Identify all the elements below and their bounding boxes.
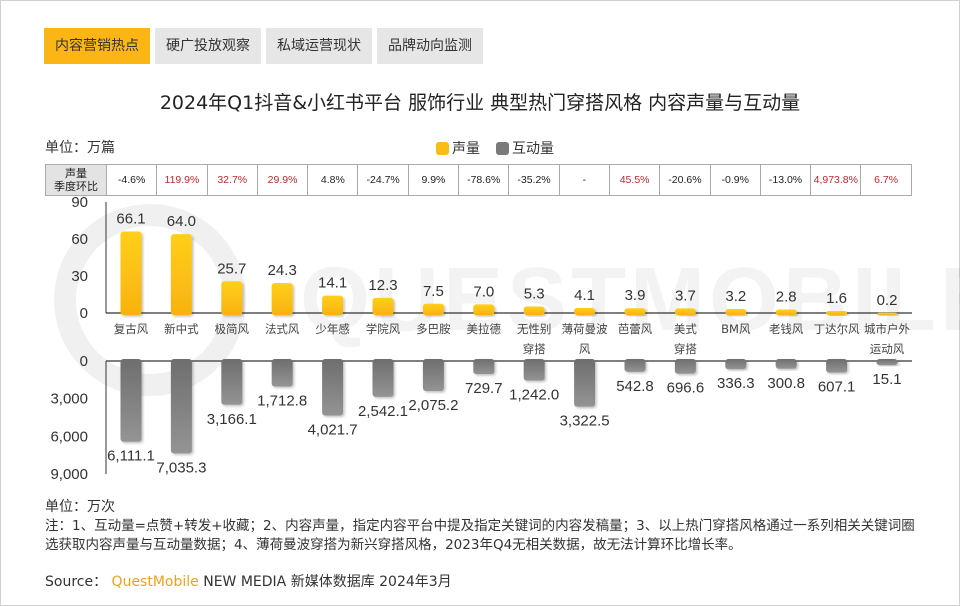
category-label: 美式	[674, 322, 697, 336]
category-label: 法式风	[265, 322, 300, 336]
interaction-data-label: 607.1	[818, 379, 856, 396]
volume-data-label: 3.7	[675, 287, 696, 304]
source-line: Source： QuestMobile NEW MEDIA 新媒体数据库 202…	[45, 571, 452, 591]
interaction-data-label: 7,035.3	[156, 459, 206, 476]
interaction-bar	[322, 359, 344, 416]
volume-data-label: 2.8	[776, 289, 797, 306]
category-label: 少年感	[315, 322, 350, 336]
category-label: 新中式	[164, 322, 199, 336]
interaction-data-label: 2,542.1	[358, 403, 408, 420]
unit-bottom-label: 单位：万次	[45, 499, 115, 515]
interaction-data-label: 6,111.1	[107, 448, 155, 465]
category-label: 多巴胺	[416, 322, 451, 336]
volume-data-label: 7.5	[423, 283, 444, 300]
interaction-bar	[624, 359, 646, 372]
interaction-data-label: 336.3	[717, 375, 755, 392]
interaction-bar	[574, 359, 596, 407]
top-y-tick-label: 60	[71, 231, 88, 248]
interaction-bar	[120, 359, 142, 442]
volume-data-label: 24.3	[268, 262, 297, 279]
interaction-bar	[826, 359, 848, 373]
bottom-y-tick-label: 9,000	[50, 466, 88, 483]
volume-data-label: 5.3	[524, 285, 545, 302]
interaction-bar	[523, 359, 545, 381]
top-y-tick-label: 90	[71, 194, 88, 211]
chart-svg: 0 30 60 90 66.1 复古风 64.0 新中式 25.7 极简风 24.3 法式风 14.1 少…	[50, 194, 912, 483]
category-label: 丁达尔风	[814, 322, 860, 336]
volume-bar	[120, 231, 142, 315]
volume-data-label: 4.1	[574, 287, 595, 304]
category-label: 美拉德	[467, 322, 502, 336]
category-label: 学院风	[366, 322, 401, 336]
volume-data-label: 7.0	[473, 283, 494, 300]
volume-data-label: 12.3	[368, 277, 397, 294]
interaction-data-label: 1,242.0	[509, 387, 559, 404]
category-label: 芭蕾风	[618, 322, 653, 336]
footnote: 注：1、互动量=点赞+转发+收藏；2、内容声量，指定内容平台中提及指定关键词的内…	[45, 518, 915, 553]
interaction-data-label: 4,021.7	[308, 421, 358, 438]
category-label: 运动风	[870, 342, 905, 356]
volume-bar	[473, 304, 495, 315]
volume-bar	[322, 295, 344, 315]
source-brand: QuestMobile	[111, 574, 199, 590]
bottom-y-tick-label: 6,000	[50, 428, 88, 445]
volume-bar	[876, 312, 898, 316]
category-label: 风	[579, 342, 591, 356]
category-label: 老钱风	[769, 322, 804, 336]
interaction-bar	[473, 359, 495, 375]
volume-bar	[221, 281, 243, 315]
volume-bar	[826, 311, 848, 315]
interaction-bar	[170, 359, 192, 454]
volume-bar	[523, 306, 545, 315]
top-y-tick-label: 0	[80, 305, 88, 322]
interaction-data-label: 300.8	[767, 375, 805, 392]
interaction-data-label: 2,075.2	[408, 397, 458, 414]
interaction-data-label: 542.8	[616, 378, 654, 395]
volume-data-label: 1.6	[826, 290, 847, 307]
interaction-bar	[775, 359, 797, 369]
volume-bar	[574, 307, 596, 315]
volume-data-label: 3.9	[625, 287, 646, 304]
volume-data-label: 25.7	[217, 260, 246, 277]
category-label: 无性别	[517, 322, 552, 336]
interaction-bar	[725, 359, 747, 370]
volume-bar	[775, 309, 797, 315]
volume-bar	[422, 303, 444, 315]
bottom-y-tick-label: 3,000	[50, 391, 88, 408]
bottom-y-tick-label: 0	[80, 353, 88, 370]
volume-data-label: 66.1	[116, 210, 145, 227]
interaction-data-label: 696.6	[667, 380, 705, 397]
interaction-data-label: 1,712.8	[257, 393, 307, 410]
category-label: BM风	[721, 322, 751, 336]
interaction-bar	[876, 359, 898, 366]
category-label: 复古风	[114, 322, 149, 336]
interaction-data-label: 729.7	[465, 380, 503, 397]
volume-data-label: 0.2	[877, 292, 898, 309]
category-label: 穿搭	[523, 342, 546, 356]
volume-data-label: 3.2	[725, 288, 746, 305]
source-prefix: Source：	[45, 574, 108, 590]
interaction-bar	[221, 359, 243, 405]
volume-bar	[170, 234, 192, 315]
volume-bar	[674, 308, 696, 315]
volume-data-label: 14.1	[318, 275, 347, 292]
volume-bar	[725, 309, 747, 315]
volume-data-label: 64.0	[167, 213, 196, 230]
interaction-data-label: 3,322.5	[560, 413, 610, 430]
interaction-bar	[674, 359, 696, 374]
interaction-data-label: 15.1	[872, 371, 901, 388]
volume-bar	[372, 297, 394, 315]
category-label: 穿搭	[674, 342, 697, 356]
volume-bar	[271, 283, 293, 315]
top-y-tick-label: 30	[71, 268, 88, 285]
interaction-data-label: 3,166.1	[207, 411, 257, 428]
volume-bar	[624, 308, 646, 315]
category-label: 城市户外	[864, 322, 910, 336]
category-label: 薄荷曼波	[562, 322, 608, 336]
category-label: 极简风	[215, 322, 250, 336]
interaction-bar	[422, 359, 444, 392]
interaction-bar	[271, 359, 293, 387]
interaction-bar	[372, 359, 394, 397]
source-suffix: NEW MEDIA 新媒体数据库 2024年3月	[203, 574, 452, 590]
